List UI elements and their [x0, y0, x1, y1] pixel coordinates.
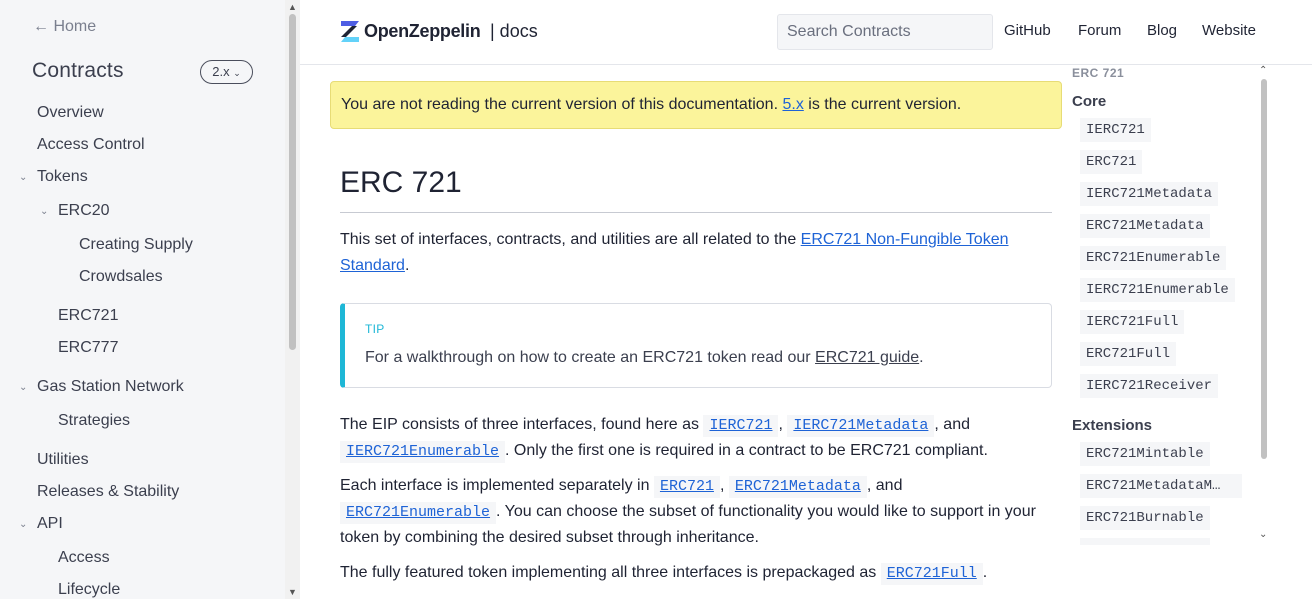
p4-text: The fully featured token implementing al… — [340, 564, 881, 581]
toc-scrollbar[interactable]: ⌃ ⌄ — [1258, 65, 1270, 545]
banner-text: You are not reading the current version … — [341, 96, 783, 113]
sidebar-item-access-control[interactable]: Access Control — [37, 136, 145, 154]
chevron-down-icon[interactable]: ⌄ — [19, 519, 27, 530]
ierc721enumerable-link[interactable]: IERC721Enumerable — [340, 441, 506, 463]
toc-item-ierc721full[interactable]: IERC721Full — [1080, 310, 1185, 334]
top-header: OpenZeppelin | docs GitHub Forum Blog We… — [300, 0, 1312, 65]
toc-item-erc721enumerable[interactable]: ERC721Enumerable — [1080, 246, 1227, 270]
brand-suffix[interactable]: | docs — [490, 21, 538, 42]
tip-text: For a walkthrough on how to create an ER… — [365, 349, 924, 367]
p4-end: . — [982, 564, 988, 581]
page-title: ERC 721 — [340, 166, 462, 199]
sidebar-item-overview[interactable]: Overview — [37, 104, 104, 122]
toc-item-ierc721[interactable]: IERC721 — [1080, 118, 1151, 142]
sidebar-item-erc777[interactable]: ERC777 — [58, 339, 118, 357]
nav-forum[interactable]: Forum — [1078, 22, 1121, 39]
erc721metadata-link[interactable]: ERC721Metadata — [728, 476, 867, 498]
scroll-up-icon[interactable]: ⌃ — [1259, 65, 1267, 76]
toc-item-erc721mintable[interactable]: ERC721Mintable — [1080, 442, 1210, 466]
version-label: 2.x — [212, 64, 230, 79]
sidebar-item-access[interactable]: Access — [58, 549, 110, 567]
full-token-paragraph: The fully featured token implementing al… — [340, 560, 1052, 586]
nav-blog[interactable]: Blog — [1147, 22, 1177, 39]
toc-item-ierc721metadata[interactable]: IERC721Metadata — [1080, 182, 1219, 206]
sidebar-item-utilities[interactable]: Utilities — [37, 451, 89, 469]
chevron-down-icon[interactable]: ⌄ — [19, 172, 27, 183]
ierc721metadata-link[interactable]: IERC721Metadata — [787, 415, 935, 437]
p3-sep2: , and — [866, 477, 903, 494]
sidebar-item-erc20[interactable]: ERC20 — [58, 202, 110, 220]
p3-text-mid: . You can choose the subset of functiona… — [496, 503, 1036, 520]
scrollbar-thumb[interactable] — [289, 14, 296, 350]
sidebar-item-strategies[interactable]: Strategies — [58, 412, 130, 430]
ierc721-link[interactable]: IERC721 — [703, 415, 779, 437]
p2-text-end: . Only the first one is required in a co… — [505, 442, 988, 459]
banner-text-after: is the current version. — [803, 96, 962, 113]
toc-item-ierc721enumerable[interactable]: IERC721Enumerable — [1080, 278, 1235, 302]
toc-scrollbar-thumb[interactable] — [1261, 79, 1267, 459]
brand-name[interactable]: OpenZeppelin — [364, 21, 481, 42]
erc721enumerable-link[interactable]: ERC721Enumerable — [340, 502, 497, 524]
toc-item-erc721metadata[interactable]: ERC721Metadata — [1080, 214, 1210, 238]
chevron-down-icon[interactable]: ⌄ — [19, 382, 27, 393]
current-version-link[interactable]: 5.x — [782, 96, 803, 113]
toc-item-erc721burnable[interactable]: ERC721Burnable — [1080, 506, 1210, 530]
erc721-standard-link[interactable]: ERC721 Non-Fungible Token — [801, 231, 1009, 248]
p3-text-end: token by combining the desired subset th… — [340, 529, 759, 546]
chevron-down-icon[interactable]: ⌄ — [40, 206, 48, 217]
erc721full-link[interactable]: ERC721Full — [880, 563, 983, 585]
version-warning-banner: You are not reading the current version … — [330, 81, 1062, 129]
nav-website[interactable]: Website — [1202, 22, 1256, 39]
tip-callout: TIP For a walkthrough on how to create a… — [340, 303, 1052, 388]
intro-text: This set of interfaces, contracts, and u… — [340, 231, 801, 248]
sidebar-item-gas-station-network[interactable]: Gas Station Network — [37, 378, 184, 396]
chevron-down-icon: ⌄ — [233, 68, 241, 78]
sidebar-scrollbar[interactable]: ▲ ▼ — [285, 0, 300, 599]
sidebar-title: Contracts — [32, 59, 124, 82]
title-divider — [340, 212, 1052, 213]
sidebar: ← Home Contracts 2.x ⌄ Overview Access C… — [0, 0, 285, 599]
interfaces-paragraph: The EIP consists of three interfaces, fo… — [340, 412, 1052, 464]
table-of-contents: ERC 721 Core IERC721 ERC721 IERC721Metad… — [1062, 65, 1262, 545]
scroll-down-icon[interactable]: ▼ — [288, 587, 297, 597]
tip-label: TIP — [365, 322, 385, 336]
sidebar-item-lifecycle[interactable]: Lifecycle — [58, 581, 120, 599]
sidebar-item-creating-supply[interactable]: Creating Supply — [79, 236, 193, 254]
p3-text: Each interface is implemented separately… — [340, 477, 654, 494]
intro-end: . — [404, 257, 410, 274]
home-link[interactable]: ← Home — [33, 18, 96, 36]
version-select[interactable]: 2.x ⌄ — [200, 60, 253, 84]
erc721-link[interactable]: ERC721 — [653, 476, 720, 498]
p2-text: The EIP consists of three interfaces, fo… — [340, 416, 704, 433]
toc-item-erc721metadatamintable[interactable]: ERC721MetadataM… — [1080, 474, 1242, 498]
tip-end: . — [919, 349, 924, 366]
scroll-up-icon[interactable]: ▲ — [288, 2, 297, 12]
sidebar-item-erc721[interactable]: ERC721 — [58, 307, 118, 325]
implementation-paragraph: Each interface is implemented separately… — [340, 473, 1052, 551]
search-input[interactable] — [777, 14, 993, 50]
nav-github[interactable]: GitHub — [1004, 22, 1051, 39]
toc-item-partial — [1080, 538, 1210, 545]
toc-heading-extensions[interactable]: Extensions — [1072, 417, 1152, 434]
scroll-down-icon[interactable]: ⌄ — [1259, 529, 1267, 540]
sidebar-item-crowdsales[interactable]: Crowdsales — [79, 268, 163, 286]
toc-title[interactable]: ERC 721 — [1072, 66, 1124, 80]
p3-sep1: , — [719, 477, 729, 494]
toc-heading-core[interactable]: Core — [1072, 93, 1106, 110]
p2-sep1: , — [778, 416, 788, 433]
toc-item-erc721full[interactable]: ERC721Full — [1080, 342, 1177, 366]
tip-text-body: For a walkthrough on how to create an ER… — [365, 349, 816, 366]
toc-item-ierc721receiver[interactable]: IERC721Receiver — [1080, 374, 1219, 398]
toc-item-erc721[interactable]: ERC721 — [1080, 150, 1143, 174]
sidebar-item-tokens[interactable]: Tokens — [37, 168, 88, 186]
sidebar-item-api[interactable]: API — [37, 515, 63, 533]
p2-sep2: , and — [934, 416, 970, 433]
erc721-standard-link-cont[interactable]: Standard — [340, 257, 405, 274]
sidebar-item-releases-stability[interactable]: Releases & Stability — [37, 483, 179, 501]
erc721-guide-link[interactable]: ERC721 guide — [815, 349, 919, 366]
intro-paragraph: This set of interfaces, contracts, and u… — [340, 227, 1052, 279]
openzeppelin-logo-icon[interactable] — [340, 20, 360, 42]
